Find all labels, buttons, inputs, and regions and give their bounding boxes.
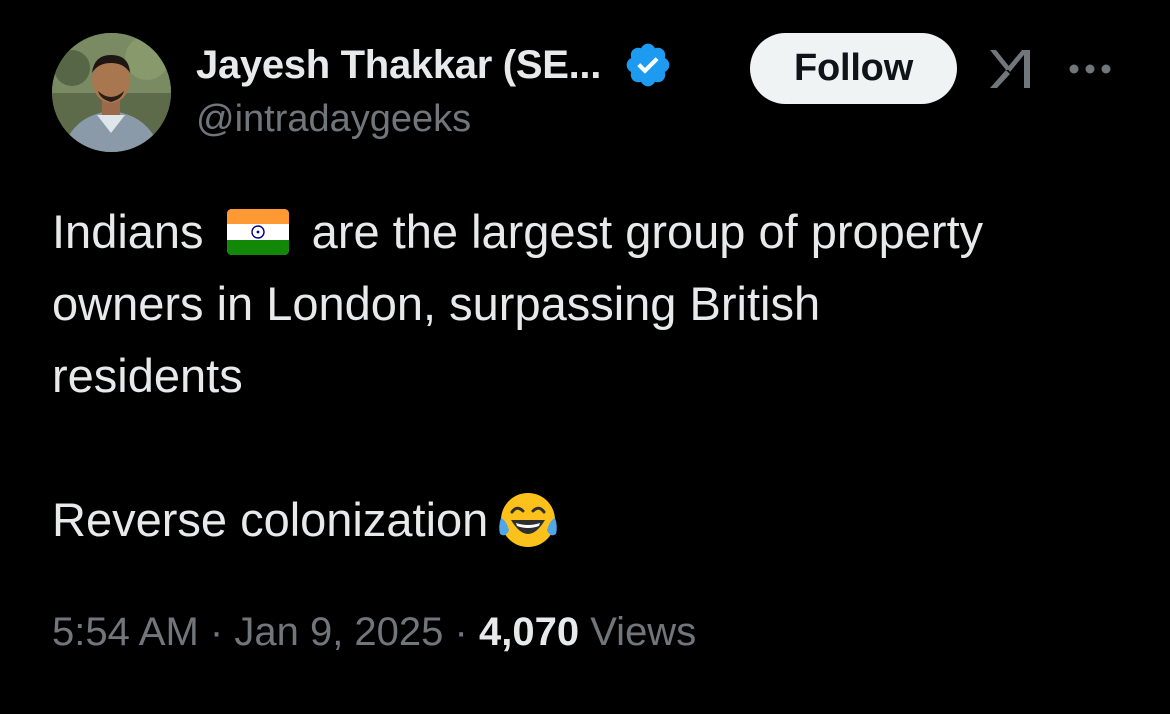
tweet-line: Reverse colonization <box>52 484 1132 556</box>
meta-separator: · <box>454 610 468 654</box>
tweet-line: Indians are the largest group of propert… <box>52 203 984 258</box>
tweet-meta: 5:54 AM · Jan 9, 2025 · 4,070 Views <box>52 610 696 655</box>
verified-badge-icon[interactable] <box>623 40 673 90</box>
more-options-icon[interactable] <box>1068 62 1112 76</box>
views-label: Views <box>590 610 697 654</box>
author-name-row: Jayesh Thakkar (SE... <box>196 38 673 92</box>
avatar[interactable] <box>52 33 171 152</box>
tweet-time[interactable]: 5:54 AM <box>52 610 199 654</box>
tweet-date[interactable]: Jan 9, 2025 <box>234 610 443 654</box>
tweet-card: Jayesh Thakkar (SE... @intradaygeeks Fol… <box>0 0 1170 714</box>
tweet-text: Indians are the largest group of propert… <box>52 196 1132 556</box>
tweet-line: owners in London, surpassing British <box>52 277 821 330</box>
india-flag-emoji <box>226 203 289 255</box>
meta-separator: · <box>209 610 224 654</box>
face-with-tears-of-joy-emoji <box>498 490 558 550</box>
views-count[interactable]: 4,070 <box>479 610 579 654</box>
author-display-name[interactable]: Jayesh Thakkar (SE... <box>196 43 601 88</box>
tweet-line: residents <box>52 349 243 402</box>
follow-button[interactable]: Follow <box>750 33 957 104</box>
author-handle[interactable]: @intradaygeeks <box>196 98 471 141</box>
grok-icon[interactable] <box>986 46 1038 92</box>
